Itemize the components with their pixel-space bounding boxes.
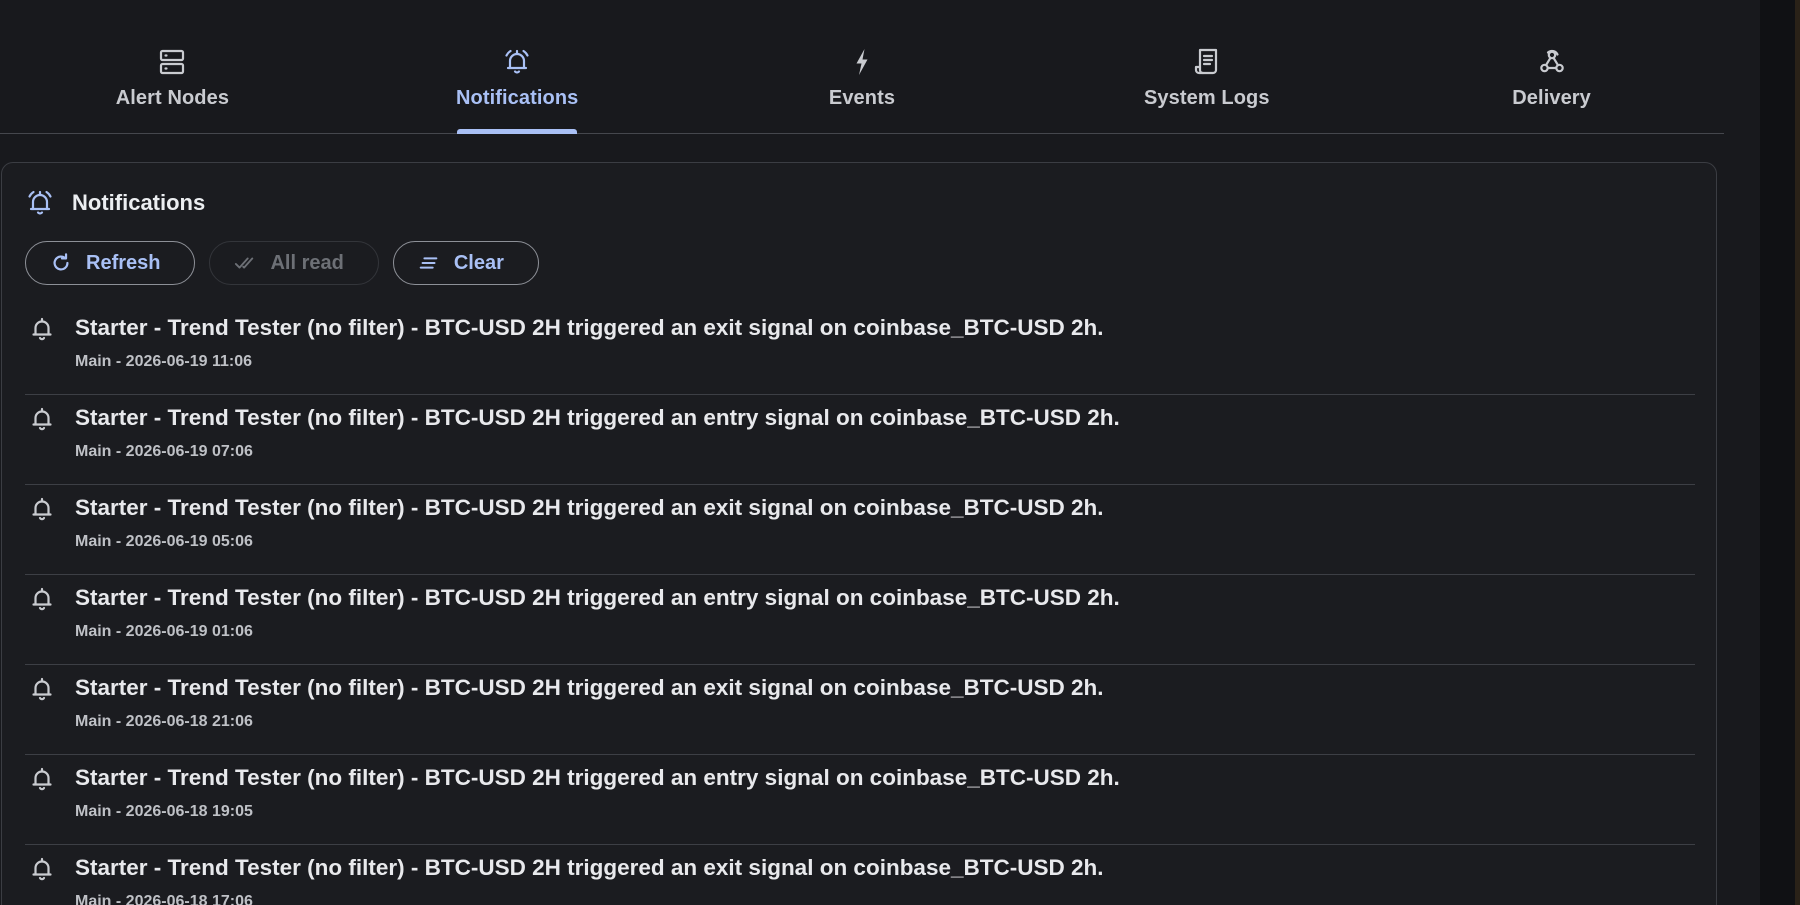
bell-ringing-icon	[505, 49, 529, 74]
notification-item[interactable]: Starter - Trend Tester (no filter) - BTC…	[25, 305, 1695, 395]
notification-meta: Main - 2026-06-19 05:06	[75, 533, 253, 550]
bell-ringing-icon	[28, 190, 52, 215]
clear-all-icon	[419, 257, 438, 269]
right-edge-accent	[1795, 0, 1800, 905]
bell-icon	[32, 587, 52, 611]
refresh-icon	[53, 253, 69, 271]
tab-alert-nodes[interactable]: Alert Nodes	[0, 0, 345, 133]
bell-icon	[32, 497, 52, 521]
tab-bar: Alert Nodes Notifications Events System …	[0, 0, 1724, 134]
bolt-icon	[856, 49, 868, 75]
tab-events[interactable]: Events	[690, 0, 1035, 133]
notification-meta: Main - 2026-06-18 17:06	[75, 893, 253, 905]
notification-message: Starter - Trend Tester (no filter) - BTC…	[75, 765, 1120, 790]
right-edge-strip	[1760, 0, 1800, 905]
refresh-button[interactable]: Refresh	[25, 241, 196, 285]
notification-message: Starter - Trend Tester (no filter) - BTC…	[75, 495, 1104, 520]
panel-actions: Refresh All read Clear	[25, 241, 539, 285]
app-root: Alert Nodes Notifications Events System …	[0, 0, 1800, 905]
notification-item[interactable]: Starter - Trend Tester (no filter) - BTC…	[25, 845, 1695, 905]
tab-label: Delivery	[1512, 87, 1591, 109]
all-read-button-label: All read	[270, 251, 344, 274]
bell-icon	[32, 407, 52, 431]
tab-delivery[interactable]: Delivery	[1379, 0, 1724, 133]
tab-label: Notifications	[455, 87, 579, 109]
notification-item[interactable]: Starter - Trend Tester (no filter) - BTC…	[25, 755, 1695, 845]
tab-label: Alert Nodes	[115, 87, 230, 109]
panel-title: Notifications	[72, 190, 206, 215]
bell-icon	[32, 317, 52, 341]
tab-system-logs[interactable]: System Logs	[1034, 0, 1379, 133]
notification-message: Starter - Trend Tester (no filter) - BTC…	[75, 675, 1104, 700]
notification-meta: Main - 2026-06-19 11:06	[75, 353, 252, 370]
active-tab-indicator	[457, 129, 578, 134]
server-icon	[160, 49, 185, 75]
bell-icon	[32, 677, 52, 701]
notification-list: Starter - Trend Tester (no filter) - BTC…	[25, 305, 1695, 905]
notification-item[interactable]: Starter - Trend Tester (no filter) - BTC…	[25, 485, 1695, 575]
clear-button[interactable]: Clear	[392, 241, 539, 285]
notification-message: Starter - Trend Tester (no filter) - BTC…	[75, 405, 1120, 430]
notification-meta: Main - 2026-06-18 19:05	[75, 803, 253, 820]
tab-notifications[interactable]: Notifications	[345, 0, 690, 134]
notification-message: Starter - Trend Tester (no filter) - BTC…	[75, 855, 1104, 880]
notifications-panel: Notifications Refresh All read Clear Sta…	[1, 162, 1717, 905]
notification-message: Starter - Trend Tester (no filter) - BTC…	[75, 315, 1104, 340]
double-check-icon	[235, 257, 254, 269]
webhook-icon	[1539, 49, 1564, 73]
bell-icon	[32, 857, 52, 881]
tab-label: Events	[828, 87, 896, 109]
notification-meta: Main - 2026-06-18 21:06	[75, 713, 253, 730]
notification-message: Starter - Trend Tester (no filter) - BTC…	[75, 585, 1120, 610]
bell-icon	[32, 767, 52, 791]
notification-item[interactable]: Starter - Trend Tester (no filter) - BTC…	[25, 665, 1695, 755]
notification-meta: Main - 2026-06-19 01:06	[75, 623, 253, 640]
tab-label: System Logs	[1143, 87, 1270, 109]
panel-header: Notifications	[24, 187, 205, 219]
notification-item[interactable]: Starter - Trend Tester (no filter) - BTC…	[25, 575, 1695, 665]
receipt-icon	[1194, 48, 1217, 75]
clear-button-label: Clear	[453, 251, 504, 274]
notification-item[interactable]: Starter - Trend Tester (no filter) - BTC…	[25, 395, 1695, 485]
mark-all-read-button[interactable]: All read	[209, 241, 379, 285]
notification-meta: Main - 2026-06-19 07:06	[75, 443, 253, 460]
refresh-button-label: Refresh	[86, 251, 161, 274]
